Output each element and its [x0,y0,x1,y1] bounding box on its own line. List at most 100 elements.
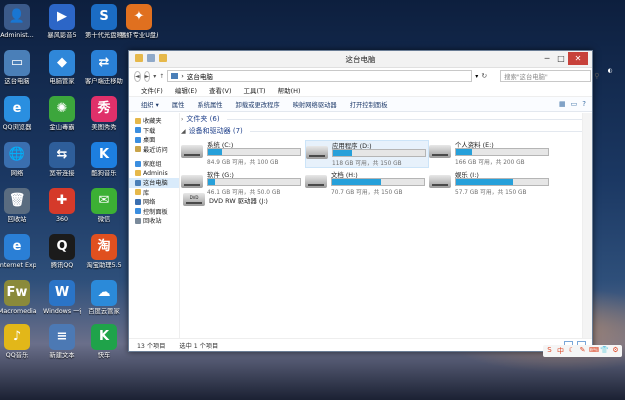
desktop-icon[interactable]: ▭ 这台电脑 [0,50,36,86]
desktop-icon[interactable]: ✚ 360 [43,188,81,224]
desktop-icon-label: Administ... [0,32,34,39]
hard-drive-icon [306,146,328,159]
app-icon: ✦ [126,4,152,30]
close-button[interactable]: ✕ [568,52,588,65]
command-button[interactable]: 映射网络驱动器 [293,100,337,109]
sidebar-item[interactable]: Adminis [129,169,179,179]
desktop-icon[interactable]: ⇄ 客户端迁移助手V1.0 [85,50,123,86]
desktop-icon[interactable]: 👤 Administ... [0,4,36,40]
folder-icon [135,189,141,196]
command-button[interactable]: 卸载或更改程序 [236,100,280,109]
tray-icon[interactable]: S [545,346,554,356]
recent-dropdown-icon[interactable]: ▾ [153,73,156,80]
drive-dvd[interactable]: DVD DVD RW 驱动器 (J:) [183,193,584,206]
help-icon[interactable]: ? [582,100,586,108]
preview-pane-icon[interactable]: ▭ [571,100,578,108]
menu-item[interactable]: 工具(T) [244,85,266,95]
sidebar-item[interactable]: 网络 [129,197,179,207]
desktop-icon[interactable]: ✦ 播虾专业U盘启动器 [120,4,158,40]
tray-icon[interactable]: ✎ [578,346,587,356]
up-button[interactable]: ↑ [159,71,165,81]
group-divider [226,118,582,120]
desktop-icon[interactable]: ▶ 暴风影音5 [43,4,81,40]
desktop-icon[interactable]: S 第十代光盘映射2014... [85,4,123,40]
app-icon: W [49,280,75,306]
desktop-icon[interactable]: ◆ 电脑管家 [43,50,81,86]
desktop-icon[interactable]: Q 腾讯QQ [43,234,81,270]
tray-icon[interactable]: ☾ [567,346,576,356]
item-count: 13 个项目 [137,342,166,350]
desktop-icon[interactable]: 秀美图秀秀 [85,96,123,132]
folder-icon [135,136,141,143]
group-folders[interactable]: › 文件夹 (6) [181,113,582,125]
menu-item[interactable]: 帮助(H) [278,85,301,95]
desktop-icon[interactable]: K 酷狗音乐 [85,142,123,178]
sidebar-item[interactable]: 下载 [129,126,179,136]
command-button[interactable]: 组织 ▾ [141,100,159,109]
menu-item[interactable]: 编辑(E) [175,85,197,95]
desktop-icon[interactable]: e QQ浏览器 [0,96,36,132]
sidebar-item[interactable]: 桌面 [129,135,179,145]
folder-icon [135,117,141,124]
sidebar-item-label: Adminis [143,169,168,177]
drive-item[interactable]: 系统 (C:) 84.9 GB 可用，共 100 GB [181,140,303,166]
drive-usage-bar [331,178,425,186]
menu-item[interactable]: 查看(V) [209,85,232,95]
title-bar[interactable]: 这台电脑 ─ □ ✕ [129,51,592,68]
command-button[interactable]: 打开控制面板 [350,100,388,109]
address-bar[interactable]: › 这台电脑 [167,70,473,82]
desktop-icon[interactable]: 🗑 回收站 [0,188,36,224]
group-drives[interactable]: ◢ 设备和驱动器 (7) [181,125,582,137]
desktop-icon[interactable]: K 快车 [85,324,123,360]
desktop-icon[interactable]: ♪ QQ音乐 [0,324,36,360]
maximize-button[interactable]: □ [554,52,568,65]
desktop-icon[interactable]: 🌐 网络 [0,142,36,178]
back-button[interactable]: ◄ [134,70,141,82]
desktop-icon[interactable]: ✺ 金山毒霸 [43,96,81,132]
view-options-icon[interactable]: ▦ [559,100,566,108]
menu-item[interactable]: 文件(F) [141,85,163,95]
refresh-icon[interactable]: ↻ [481,72,487,80]
offscreen-widget: ◐ [607,68,613,74]
desktop-icon[interactable]: W Windows 一键还原 [43,280,81,316]
drive-item[interactable]: 个人资料 (E:) 166 GB 可用，共 200 GB [429,140,551,166]
desktop-icon[interactable]: ☁ 百度云管家 [85,280,123,316]
sidebar-item[interactable]: 家庭组 [129,159,179,169]
desktop-icon-label: 网络 [10,170,24,177]
tray-icon[interactable]: ⚙ [611,346,620,356]
app-icon: e [4,96,30,122]
app-icon: ▭ [4,50,30,76]
folder-icon [135,146,141,153]
sidebar-item[interactable]: 控制面板 [129,207,179,217]
drive-name: 应用程序 (D:) [332,142,372,150]
desktop-icon[interactable]: e Internet Explorer [0,234,36,270]
scrollbar[interactable] [582,113,592,339]
tray-icon[interactable]: 中 [556,346,565,356]
desktop-icon[interactable]: ⇆ 宽带连接 [43,142,81,178]
sidebar-item[interactable]: 收藏夹 [129,116,179,126]
command-button[interactable]: 系统属性 [197,100,222,109]
sidebar-item[interactable]: 库 [129,188,179,198]
sidebar-item[interactable]: 最近访问 [129,145,179,155]
address-dropdown-icon[interactable]: ▾ [475,73,478,80]
sidebar-item[interactable]: 回收站 [129,216,179,226]
desktop-icon[interactable]: ✉ 微信 [85,188,123,224]
forward-button[interactable]: ► [143,70,151,82]
sidebar-item[interactable]: 这台电脑 [129,178,179,188]
tray-icon[interactable]: 👕 [600,346,609,356]
chevron-down-icon: ◢ [181,127,186,135]
sidebar-item-label: 这台电脑 [143,180,168,188]
search-icon[interactable]: ⚲ [594,72,599,80]
drive-usage-bar [455,148,549,156]
desktop-icon[interactable]: 淘淘宝助理5.5 [85,234,123,270]
tray-icon[interactable]: ⌨ [589,346,599,356]
desktop-icon[interactable]: Fw Macromedia Fireworks 8 [0,280,36,316]
minimize-button[interactable]: ─ [540,52,554,65]
status-bar: 13 个项目 选中 1 个项目 [129,338,592,351]
desktop-icon[interactable]: ≡ 新建文本 [43,324,81,360]
desktop-icon-label: 腾讯QQ [50,262,74,269]
drive-item[interactable]: 应用程序 (D:) 118 GB 可用，共 150 GB [305,140,429,168]
drive-usage-fill [208,149,222,155]
search-input[interactable]: 搜索"这台电脑" [500,70,592,82]
command-button[interactable]: 属性 [172,100,185,109]
